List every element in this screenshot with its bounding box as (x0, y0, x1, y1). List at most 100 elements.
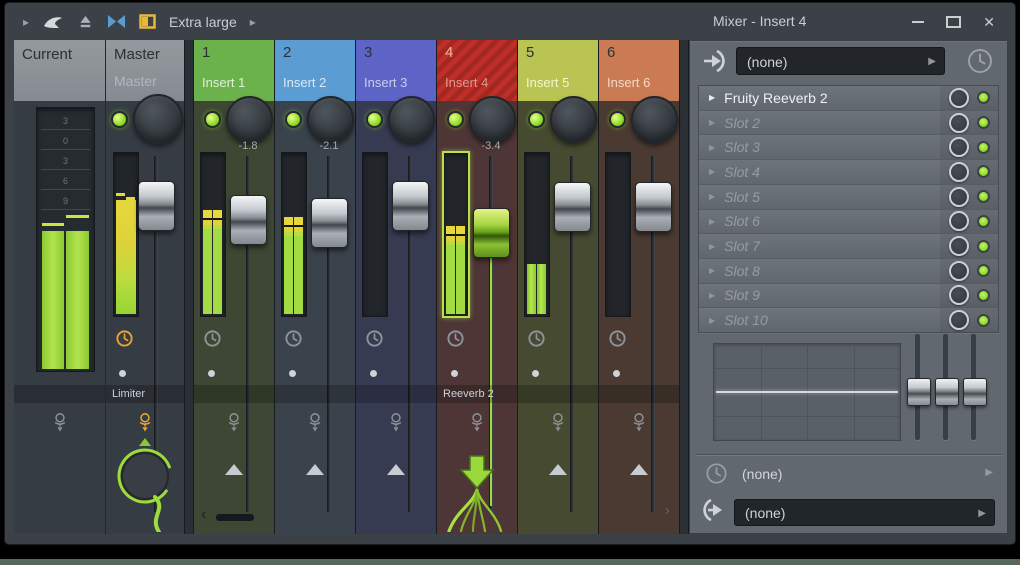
pan-knob[interactable] (226, 96, 273, 143)
fx-enable-lamp-icon[interactable] (631, 411, 648, 439)
pan-knob[interactable] (550, 96, 597, 143)
mute-led[interactable] (447, 111, 464, 128)
audio-output-socket[interactable] (109, 436, 181, 532)
titlebar[interactable]: ▸ Extra large ▸ Mixer - Insert 4 ✕ (5, 3, 1015, 40)
time-select-value[interactable]: (none) (742, 466, 782, 482)
slot-arrow-icon[interactable]: ▶ (709, 242, 715, 251)
slot-mix-knob[interactable] (949, 187, 969, 207)
route-up-arrow-icon[interactable] (306, 464, 324, 475)
time-clock-icon[interactable] (704, 461, 729, 491)
fx-slot-row[interactable]: ▶ Fruity Reeverb 2 (699, 86, 998, 110)
slot-mix-knob[interactable] (949, 236, 969, 256)
link-channels-icon[interactable] (107, 14, 126, 29)
clock-icon[interactable] (203, 329, 222, 353)
slot-enable-led[interactable] (977, 289, 990, 302)
fx-enable-lamp-icon[interactable] (550, 411, 567, 439)
route-up-arrow-icon[interactable] (630, 464, 648, 475)
slot-mix-knob[interactable] (949, 261, 969, 281)
slot-enable-led[interactable] (977, 116, 990, 129)
time-select-arrow-icon[interactable]: ▶ (985, 467, 993, 478)
fx-enable-lamp-icon[interactable] (388, 411, 405, 439)
slot-arrow-icon[interactable]: ▶ (709, 143, 715, 152)
eq-low-fader[interactable] (907, 378, 931, 406)
current-header[interactable]: Current (14, 40, 105, 101)
pan-knob[interactable] (469, 96, 516, 143)
eq-high-fader[interactable] (963, 378, 987, 406)
insert-header[interactable]: 1 Insert 1 (194, 40, 274, 101)
insert-header[interactable]: 6 Insert 6 (599, 40, 679, 101)
audio-output-select[interactable]: (none) ▶ (734, 499, 995, 526)
fx-enable-lamp-icon[interactable] (307, 411, 324, 439)
slot-arrow-icon[interactable]: ▶ (709, 93, 715, 102)
pan-knob[interactable] (388, 96, 435, 143)
clock-icon[interactable] (365, 329, 384, 353)
clock-icon[interactable] (446, 329, 465, 353)
slot-enable-led[interactable] (977, 215, 990, 228)
fx-slot-row[interactable]: ▶ Slot 4 (699, 159, 998, 184)
slot-mix-knob[interactable] (949, 113, 969, 133)
mixer-insert-strip[interactable]: 5 Insert 5 ‹ › (518, 40, 598, 534)
insert-header[interactable]: 2 Insert 2 (275, 40, 355, 101)
record-arm-dot[interactable] (370, 370, 377, 377)
fx-enable-lamp-icon[interactable] (469, 411, 486, 439)
clock-icon[interactable] (608, 329, 627, 353)
fx-slot-row[interactable]: ▶ Slot 7 (699, 233, 998, 258)
record-arm-dot[interactable] (613, 370, 620, 377)
view-size-label[interactable]: Extra large (169, 14, 237, 30)
slot-mix-knob[interactable] (949, 162, 969, 182)
volume-fader[interactable] (473, 208, 510, 258)
mixer-insert-strip[interactable]: 6 Insert 6 ‹ › (599, 40, 679, 534)
route-up-arrow-icon[interactable] (387, 464, 405, 475)
slot-arrow-icon[interactable]: ▶ (709, 266, 715, 275)
mute-led[interactable] (285, 111, 302, 128)
fx-slot-row[interactable]: ▶ Slot 2 (699, 110, 998, 135)
slot-arrow-icon[interactable]: ▶ (709, 217, 715, 226)
fx-enable-lamp-icon[interactable] (137, 411, 154, 439)
record-arm-dot[interactable] (119, 370, 126, 377)
slot-arrow-icon[interactable]: ▶ (709, 291, 715, 300)
hand-tool-icon[interactable] (42, 14, 64, 30)
mixer-insert-strip[interactable]: 3 Insert 3 ‹ › (356, 40, 436, 534)
slot-arrow-icon[interactable]: ▶ (709, 118, 715, 127)
minimize-button[interactable] (912, 21, 924, 23)
dock-splitter[interactable] (184, 40, 194, 534)
slot-arrow-icon[interactable]: ▶ (709, 192, 715, 201)
record-arm-dot[interactable] (289, 370, 296, 377)
close-button[interactable]: ✕ (983, 15, 995, 29)
current-strip[interactable]: Current 30369 (14, 40, 105, 534)
mute-led[interactable] (204, 111, 221, 128)
mute-led[interactable] (609, 111, 626, 128)
slot-arrow-icon[interactable]: ▶ (709, 167, 715, 176)
master-header[interactable]: Master Master (106, 40, 184, 101)
volume-fader[interactable] (554, 182, 591, 232)
mixer-insert-strip[interactable]: 2 Insert 2 -2.1 ‹ › (275, 40, 355, 534)
mute-led[interactable] (528, 111, 545, 128)
view-size-menu-arrow-icon[interactable]: ▸ (250, 16, 256, 28)
route-up-arrow-icon[interactable] (549, 464, 567, 475)
master-strip[interactable]: Master Master Limiter (106, 40, 184, 534)
input-clock-button[interactable] (965, 46, 995, 81)
fx-slot-row[interactable]: ▶ Slot 6 (699, 209, 998, 234)
fx-slot-row[interactable]: ▶ Slot 3 (699, 134, 998, 159)
route-up-arrow-icon[interactable] (225, 464, 243, 475)
pan-knob[interactable] (307, 96, 354, 143)
record-arm-dot[interactable] (451, 370, 458, 377)
pan-knob[interactable] (133, 94, 183, 144)
clock-icon[interactable] (527, 329, 546, 353)
fx-enable-lamp-icon[interactable] (51, 411, 68, 439)
record-arm-dot[interactable] (532, 370, 539, 377)
eq-mid-fader[interactable] (935, 378, 959, 406)
volume-fader[interactable] (392, 181, 429, 231)
mixer-insert-strip[interactable]: 1 Insert 1 -1.8 ‹ › (194, 40, 274, 534)
fx-enable-lamp-icon[interactable] (226, 411, 243, 439)
clock-icon[interactable] (115, 329, 134, 353)
slot-arrow-icon[interactable]: ▶ (709, 316, 715, 325)
clock-icon[interactable] (284, 329, 303, 353)
fx-slot-row[interactable]: ▶ Slot 5 (699, 184, 998, 209)
mixer-insert-strip[interactable]: 4 Insert 4 -3.4 Reeverb 2 ‹ › (437, 40, 517, 534)
color-swatch-icon[interactable] (139, 14, 156, 29)
insert-header[interactable]: 3 Insert 3 (356, 40, 436, 101)
scroll-left-icon[interactable]: ‹ (201, 506, 206, 524)
panel-splitter[interactable] (679, 40, 689, 534)
audio-input-select[interactable]: (none) ▶ (736, 47, 945, 75)
